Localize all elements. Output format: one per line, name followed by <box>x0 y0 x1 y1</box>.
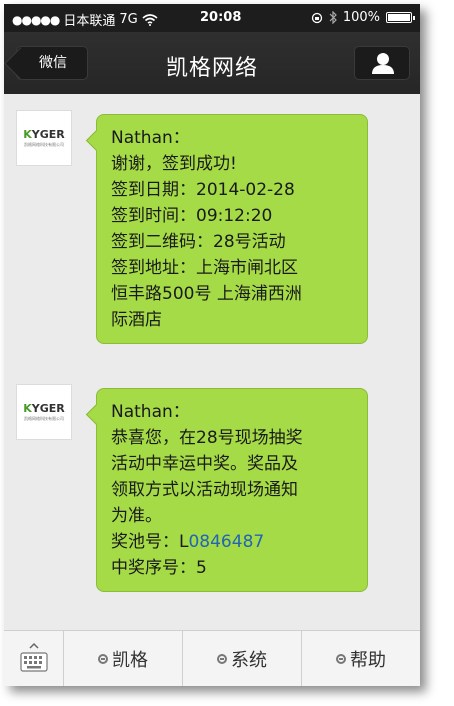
message-line: Nathan： <box>111 128 190 148</box>
message-line: 签到日期：2014-02-28 <box>111 180 295 200</box>
profile-button[interactable] <box>354 46 410 80</box>
battery-percent: 100% <box>342 10 380 25</box>
menu-button-system[interactable]: 系统 <box>183 631 302 686</box>
menu-button-label: 帮助 <box>350 649 386 671</box>
prize-pool-label: 奖池号：L <box>111 532 189 552</box>
menu-button-help[interactable]: 帮助 <box>302 631 420 686</box>
avatar[interactable]: KYGER 凯格网络科技有限公司 <box>16 110 72 166</box>
avatar[interactable]: KYGER 凯格网络科技有限公司 <box>16 384 72 440</box>
logo-tagline: 凯格网络科技有限公司 <box>24 142 64 147</box>
kyger-logo: KYGER <box>23 128 65 141</box>
status-bar: ●●●●● 日本联通 7G 20:08 100% <box>4 4 420 32</box>
carrier-label: 日本联通 <box>63 14 116 29</box>
signal-strength-icon: ●●●●● <box>12 12 60 27</box>
network-label: 7G <box>119 12 138 27</box>
message-line: 签到时间：09:12:20 <box>111 206 273 226</box>
status-time: 20:08 <box>200 10 242 25</box>
message-line: 际酒店 <box>111 310 162 330</box>
rotation-lock-icon <box>311 12 322 23</box>
phone-screen: ●●●●● 日本联通 7G 20:08 100% 微信 凯格网络 KYGER 凯… <box>4 4 420 686</box>
message-line: 签到地址：上海市闸北区 <box>111 258 298 278</box>
kyger-logo: KYGER <box>23 402 65 415</box>
menu-button-label: 凯格 <box>112 649 148 671</box>
prize-pool-line: 奖池号：L0846487 <box>111 529 355 555</box>
wifi-icon <box>142 13 158 26</box>
menu-button-kaige[interactable]: 凯格 <box>64 631 183 686</box>
message-line: 谢谢，签到成功! <box>111 154 237 174</box>
keyboard-toggle-button[interactable] <box>4 631 64 686</box>
person-icon <box>372 53 394 74</box>
message-bubble[interactable]: Nathan： 谢谢，签到成功! 签到日期：2014-02-28 签到时间：09… <box>96 114 368 344</box>
message-line: Nathan： <box>111 402 190 422</box>
prize-sequence-line: 中奖序号：5 <box>111 558 207 578</box>
nav-bar: 微信 凯格网络 <box>4 32 420 94</box>
bluetooth-icon <box>329 11 337 24</box>
battery-icon <box>386 12 415 23</box>
message-line: 领取方式以活动现场通知 <box>111 480 298 500</box>
prize-pool-number-link[interactable]: 0846487 <box>188 532 264 552</box>
message-line: 活动中幸运中奖。奖品及 <box>111 454 298 474</box>
message-bubble[interactable]: Nathan： 恭喜您，在28号现场抽奖 活动中幸运中奖。奖品及 领取方式以活动… <box>96 388 368 592</box>
message-line: 签到二维码：28号活动 <box>111 232 286 252</box>
message-line: 恒丰路500号 上海浦西洲 <box>111 284 302 304</box>
message-line: 为准。 <box>111 506 162 526</box>
keyboard-icon <box>20 642 48 672</box>
menu-icon <box>217 653 227 664</box>
bottom-menu-bar: 凯格 系统 帮助 <box>4 630 420 686</box>
menu-icon <box>336 653 346 664</box>
message-line: 恭喜您，在28号现场抽奖 <box>111 428 303 448</box>
menu-button-label: 系统 <box>231 649 267 671</box>
menu-icon <box>98 653 108 664</box>
logo-tagline: 凯格网络科技有限公司 <box>24 416 64 421</box>
